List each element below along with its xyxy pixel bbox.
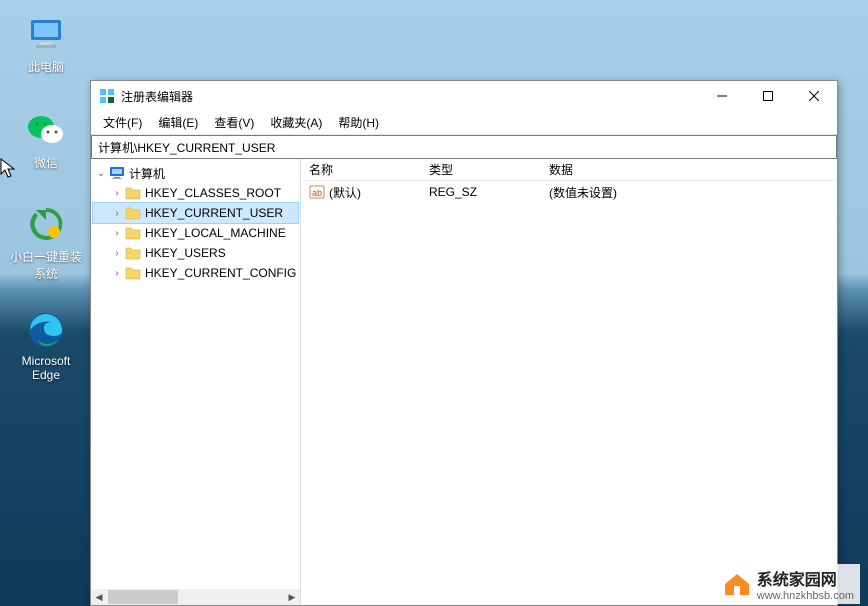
address-bar[interactable]: 计算机\HKEY_CURRENT_USER <box>91 135 837 159</box>
menu-edit[interactable]: 编辑(E) <box>150 112 206 133</box>
svg-text:ab: ab <box>312 188 322 198</box>
column-header-data[interactable]: 数据 <box>541 159 837 180</box>
tree-root-computer[interactable]: ⌄ 计算机 <box>93 163 298 183</box>
edge-icon <box>26 310 66 350</box>
tree-node-label: HKEY_CURRENT_USER <box>145 206 283 220</box>
tree-node-label: HKEY_CLASSES_ROOT <box>145 186 281 200</box>
menu-help[interactable]: 帮助(H) <box>330 112 387 133</box>
list-row[interactable]: ab (默认) REG_SZ (数值未设置) <box>301 181 837 203</box>
tree-node-label: HKEY_CURRENT_CONFIG <box>145 266 296 280</box>
scrollbar-thumb[interactable] <box>108 590 178 604</box>
regedit-app-icon <box>99 88 115 104</box>
tree-node-hkey-users[interactable]: › HKEY_USERS <box>93 243 298 263</box>
folder-icon <box>125 225 141 241</box>
window-controls <box>699 81 837 111</box>
desktop-icon-this-pc[interactable]: 此电脑 <box>10 14 82 75</box>
computer-icon <box>109 165 125 181</box>
folder-icon <box>125 265 141 281</box>
menu-view[interactable]: 查看(V) <box>206 112 262 133</box>
string-value-icon: ab <box>309 184 325 200</box>
tree-node-hkey-classes-root[interactable]: › HKEY_CLASSES_ROOT <box>93 183 298 203</box>
folder-icon <box>125 205 141 221</box>
regedit-window: 注册表编辑器 文件(F) 编辑(E) 查看(V) 收藏夹(A) 帮助(H) 计算… <box>90 80 838 606</box>
desktop-icon-label: 微信 <box>34 154 58 171</box>
reinstall-icon <box>26 204 66 244</box>
value-type: REG_SZ <box>429 185 477 199</box>
scroll-left-icon[interactable]: ◀ <box>91 589 107 605</box>
house-icon <box>723 572 751 596</box>
value-name: (默认) <box>329 184 361 201</box>
tree-node-hkey-current-user[interactable]: › HKEY_CURRENT_USER <box>93 203 298 223</box>
list-pane: 名称 类型 数据 ab (默认) REG_SZ (数值未设置) <box>301 159 837 605</box>
column-header-name[interactable]: 名称 <box>301 159 421 180</box>
folder-icon <box>125 185 141 201</box>
titlebar[interactable]: 注册表编辑器 <box>91 81 837 111</box>
chevron-right-icon[interactable]: › <box>111 248 123 259</box>
scroll-right-icon[interactable]: ▶ <box>284 589 300 605</box>
tree-node-label: HKEY_USERS <box>145 246 226 260</box>
brand-name: 系统家园网 <box>757 566 854 590</box>
chevron-right-icon[interactable]: › <box>111 188 123 199</box>
menu-favorites[interactable]: 收藏夹(A) <box>262 112 330 133</box>
address-text: 计算机\HKEY_CURRENT_USER <box>98 139 275 156</box>
maximize-button[interactable] <box>745 81 791 111</box>
desktop-icon-label: 小白一键重装 系统 <box>10 248 82 282</box>
desktop-icon-label: 此电脑 <box>28 58 64 75</box>
column-header-type[interactable]: 类型 <box>421 159 541 180</box>
wechat-icon <box>26 110 66 150</box>
list-header[interactable]: 名称 类型 数据 <box>301 159 837 181</box>
value-data: (数值未设置) <box>549 184 617 201</box>
desktop-icon-label: Microsoft Edge <box>22 354 71 382</box>
brand-url: www.hnzkhbsb.com <box>757 590 854 602</box>
menubar: 文件(F) 编辑(E) 查看(V) 收藏夹(A) 帮助(H) <box>91 111 837 135</box>
tree-node-hkey-local-machine[interactable]: › HKEY_LOCAL_MACHINE <box>93 223 298 243</box>
desktop-icon-xiaobai[interactable]: 小白一键重装 系统 <box>10 204 82 282</box>
minimize-button[interactable] <box>699 81 745 111</box>
close-button[interactable] <box>791 81 837 111</box>
computer-icon <box>26 14 66 54</box>
tree-node-hkey-current-config[interactable]: › HKEY_CURRENT_CONFIG <box>93 263 298 283</box>
chevron-right-icon[interactable]: › <box>111 268 123 279</box>
mouse-cursor-icon <box>0 158 16 180</box>
chevron-right-icon[interactable]: › <box>111 228 123 239</box>
content-area: ⌄ 计算机 › HKEY_CLASSES_ROOT › HKEY_CURRENT_US… <box>91 159 837 605</box>
desktop-icon-wechat[interactable]: 微信 <box>10 110 82 171</box>
chevron-down-icon[interactable]: ⌄ <box>95 168 107 179</box>
window-title: 注册表编辑器 <box>121 88 699 105</box>
folder-icon <box>125 245 141 261</box>
menu-file[interactable]: 文件(F) <box>95 112 150 133</box>
tree-node-label: HKEY_LOCAL_MACHINE <box>145 226 286 240</box>
horizontal-scrollbar[interactable]: ◀ ▶ <box>91 589 300 605</box>
watermark: 系统家园网 www.hnzkhbsb.com <box>717 564 860 604</box>
desktop-icon-edge[interactable]: Microsoft Edge <box>10 310 82 382</box>
tree-node-label: 计算机 <box>129 165 165 182</box>
chevron-right-icon[interactable]: › <box>111 208 123 219</box>
tree-pane[interactable]: ⌄ 计算机 › HKEY_CLASSES_ROOT › HKEY_CURRENT_US… <box>91 159 301 605</box>
